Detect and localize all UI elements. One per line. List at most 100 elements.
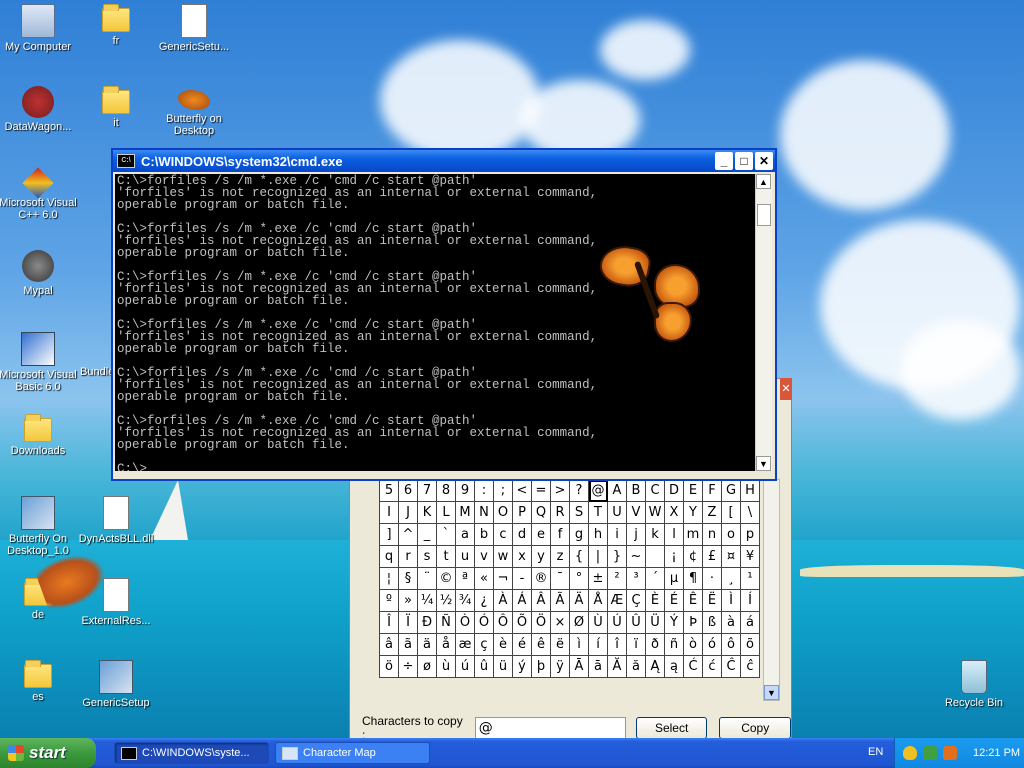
character-cell[interactable]: Á [513, 590, 532, 612]
character-cell[interactable]: F [703, 480, 722, 502]
character-cell[interactable]: ; [494, 480, 513, 502]
character-cell[interactable]: y [532, 546, 551, 568]
character-cell[interactable]: ¤ [722, 546, 741, 568]
character-cell[interactable]: é [513, 634, 532, 656]
desktop-icon-bundle[interactable]: Bundle [68, 348, 114, 378]
character-cell[interactable]: D [665, 480, 684, 502]
character-cell[interactable]: K [418, 502, 437, 524]
character-cell[interactable]: ù [437, 656, 456, 678]
character-cell[interactable]: ì [570, 634, 589, 656]
character-cell[interactable]: = [532, 480, 551, 502]
character-cell[interactable]: Ö [532, 612, 551, 634]
desktop-icon-butterfly-on-desktop[interactable]: Butterfly on Desktop [154, 90, 234, 137]
scroll-down-arrow-icon[interactable]: ▼ [764, 685, 779, 700]
character-cell[interactable]: z [551, 546, 570, 568]
character-cell[interactable]: ¥ [741, 546, 760, 568]
character-cell[interactable]: ¶ [684, 568, 703, 590]
character-cell[interactable]: · [703, 568, 722, 590]
character-cell[interactable]: : [475, 480, 494, 502]
character-cell[interactable]: g [570, 524, 589, 546]
character-cell[interactable]: Ć [684, 656, 703, 678]
character-cell[interactable]: 7 [418, 480, 437, 502]
desktop-icon-downloads[interactable]: Downloads [0, 414, 78, 457]
start-button[interactable]: start [0, 738, 96, 768]
character-cell[interactable]: ü [494, 656, 513, 678]
character-cell[interactable]: ó [703, 634, 722, 656]
desktop-icon-fr[interactable]: fr [76, 4, 156, 47]
character-cell[interactable]: j [627, 524, 646, 546]
cmd-titlebar[interactable]: C:\ C:\WINDOWS\system32\cmd.exe _ □ ✕ [113, 150, 775, 172]
character-cell[interactable]: ¡ [665, 546, 684, 568]
character-cell[interactable]: - [513, 568, 532, 590]
character-cell[interactable]: Æ [608, 590, 627, 612]
character-cell[interactable]: N [475, 502, 494, 524]
character-cell[interactable]: f [551, 524, 570, 546]
character-cell[interactable]: ë [551, 634, 570, 656]
character-cell[interactable]: > [551, 480, 570, 502]
character-cell[interactable]: ß [703, 612, 722, 634]
security-shield-icon[interactable] [903, 746, 917, 760]
clock[interactable]: 12:21 PM [973, 747, 1020, 759]
character-cell[interactable]: Ê [684, 590, 703, 612]
desktop-icon-my-computer[interactable]: My Computer [0, 4, 78, 53]
character-cell[interactable]: ¿ [475, 590, 494, 612]
character-cell[interactable]: ê [532, 634, 551, 656]
character-cell[interactable]: ć [703, 656, 722, 678]
character-cell[interactable]: Ă [608, 656, 627, 678]
character-cell[interactable]: Ĉ [722, 656, 741, 678]
character-cell[interactable]: Î [380, 612, 399, 634]
select-button[interactable]: Select [635, 717, 708, 739]
character-cell[interactable]: õ [741, 634, 760, 656]
desktop-icon-butterfly-installer[interactable]: Butterfly On Desktop_1.0 [0, 496, 78, 557]
character-cell[interactable]: \ [741, 502, 760, 524]
characters-to-copy-input[interactable]: @ [474, 717, 626, 739]
character-cell[interactable]: ¾ [456, 590, 475, 612]
taskbar-item-character-map[interactable]: Character Map [275, 742, 430, 764]
character-cell[interactable]: × [551, 612, 570, 634]
character-cell[interactable]: ` [437, 524, 456, 546]
scrollbar-thumb[interactable] [757, 204, 771, 226]
character-cell[interactable]: ° [570, 568, 589, 590]
character-cell[interactable]: û [475, 656, 494, 678]
character-cell[interactable]: ĉ [741, 656, 760, 678]
taskbar-item-cmd[interactable]: C:\WINDOWS\syste... [114, 742, 269, 764]
character-cell[interactable]: Ò [456, 612, 475, 634]
character-cell[interactable]: ] [380, 524, 399, 546]
language-indicator[interactable]: EN [868, 746, 883, 758]
character-cell[interactable]: Ø [570, 612, 589, 634]
character-cell[interactable]: ï [627, 634, 646, 656]
character-cell[interactable]: ô [722, 634, 741, 656]
character-cell[interactable]: ¢ [684, 546, 703, 568]
character-cell[interactable]: U [608, 502, 627, 524]
character-cell[interactable]: W [646, 502, 665, 524]
character-cell[interactable]: Ù [589, 612, 608, 634]
character-cell[interactable]: æ [456, 634, 475, 656]
character-cell[interactable]: ö [380, 656, 399, 678]
character-cell[interactable]: < [513, 480, 532, 502]
console-scrollbar[interactable]: ▲ ▼ [755, 174, 772, 471]
character-cell[interactable]: ¹ [741, 568, 760, 590]
character-cell[interactable]: Ë [703, 590, 722, 612]
character-cell[interactable]: A [608, 480, 627, 502]
character-cell[interactable]: £ [703, 546, 722, 568]
character-cell[interactable]: Ó [475, 612, 494, 634]
character-cell[interactable]: X [665, 502, 684, 524]
character-cell[interactable]: ø [418, 656, 437, 678]
character-cell[interactable]: Ì [722, 590, 741, 612]
desktop-icon-recycle-bin[interactable]: Recycle Bin [934, 660, 1014, 709]
character-cell[interactable]: Ü [646, 612, 665, 634]
character-cell[interactable]: Ô [494, 612, 513, 634]
character-cell[interactable]: } [608, 546, 627, 568]
character-cell[interactable]: Ä [570, 590, 589, 612]
character-cell[interactable]: k [646, 524, 665, 546]
network-icon[interactable] [923, 746, 937, 760]
character-cell[interactable]: ä [418, 634, 437, 656]
character-cell[interactable]: v [475, 546, 494, 568]
character-cell[interactable]: u [456, 546, 475, 568]
character-cell[interactable]: V [627, 502, 646, 524]
character-cell[interactable]: Í [741, 590, 760, 612]
desktop-icon-dynactsbll[interactable]: DynActsBLL.dll [76, 496, 156, 545]
character-cell[interactable]: ? [570, 480, 589, 502]
character-cell[interactable]: e [532, 524, 551, 546]
character-cell[interactable]: S [570, 502, 589, 524]
